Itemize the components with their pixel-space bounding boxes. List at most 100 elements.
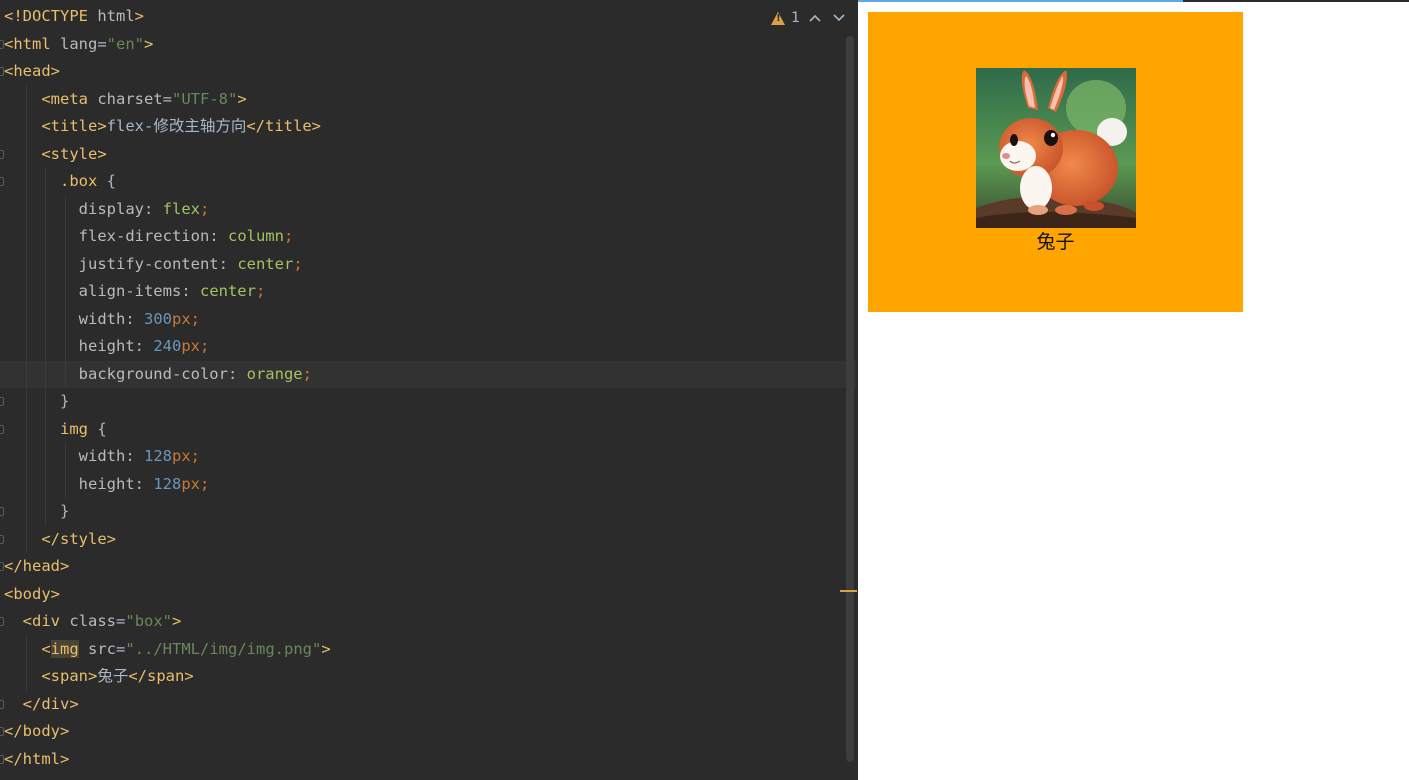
fold-marker-icon[interactable]: [0, 67, 4, 76]
code-token: display: [78, 199, 144, 218]
code-line[interactable]: justify-content: center;: [0, 250, 856, 278]
indent-guide: [25, 333, 27, 361]
preview-load-progress: [858, 0, 1183, 2]
fold-marker-icon[interactable]: [0, 699, 4, 709]
code-token: align-items: [78, 282, 182, 300]
vertical-scrollbar[interactable]: [846, 36, 854, 762]
code-token: </html>: [4, 749, 70, 768]
code-line[interactable]: </html>: [0, 746, 856, 774]
code-line[interactable]: width: 300px;: [0, 305, 856, 333]
code-line[interactable]: img {: [0, 415, 856, 443]
code-line[interactable]: <style>: [0, 140, 856, 168]
fold-marker-icon[interactable]: [0, 424, 4, 434]
orange-flex-box: 兔子: [868, 12, 1243, 312]
code-line[interactable]: }: [0, 388, 856, 416]
code-line[interactable]: </head>: [0, 553, 856, 581]
code-line[interactable]: }: [0, 498, 856, 526]
fold-marker-icon[interactable]: [0, 149, 4, 159]
fold-marker-icon[interactable]: [0, 397, 4, 406]
indent-guide: [65, 443, 67, 471]
code-line[interactable]: .box {: [0, 168, 856, 196]
code-token: flex: [162, 199, 200, 218]
code-token: :: [125, 309, 144, 328]
fold-marker-icon[interactable]: [0, 177, 4, 186]
scrollbar-caret-marker: [840, 590, 857, 592]
fold-marker-icon[interactable]: [0, 507, 4, 516]
code-lines[interactable]: <!DOCTYPE html> <html lang="en"> <head> <m…: [0, 3, 856, 773]
indent-guide: [25, 168, 27, 196]
indent-guide: [65, 278, 67, 306]
fold-marker-icon[interactable]: [0, 562, 4, 571]
code-line[interactable]: <!DOCTYPE html>: [0, 3, 856, 31]
code-token: flex-direction: [78, 227, 210, 245]
code-token: center: [199, 282, 256, 300]
code-token: ;: [199, 199, 210, 218]
code-token: px: [172, 309, 191, 328]
indent-guide: [45, 333, 47, 361]
code-token: 240: [153, 337, 182, 355]
indent-guide: [45, 388, 47, 416]
indent-guide: [25, 498, 27, 526]
code-token: :: [218, 254, 238, 273]
code-token: {: [106, 172, 117, 190]
code-token: 兔子: [97, 667, 129, 685]
code-token: }: [60, 392, 70, 410]
code-line[interactable]: <span>兔子</span>: [0, 663, 856, 691]
indent-guide: [25, 360, 27, 388]
fold-marker-icon[interactable]: [0, 754, 4, 764]
code-token: "../HTML/img/img.png": [125, 639, 322, 658]
code-editor[interactable]: 1 <!DOCTYPE html><html lang="en"><head> …: [0, 0, 858, 780]
code-token: 128: [144, 447, 172, 465]
code-line[interactable]: <div class="box">: [0, 608, 856, 636]
code-token: >: [321, 639, 331, 658]
code-line[interactable]: <title>flex-修改主轴方向</title>: [0, 113, 856, 141]
code-token: <style>: [41, 144, 107, 163]
code-line[interactable]: <meta charset="UTF-8">: [0, 85, 856, 113]
fold-marker-icon[interactable]: [0, 727, 4, 736]
code-token: center: [237, 254, 294, 273]
code-token: </style>: [41, 529, 116, 548]
code-line[interactable]: <img src="../HTML/img/img.png">: [0, 635, 856, 663]
fold-marker-icon[interactable]: [0, 534, 4, 544]
code-token: <title>: [41, 117, 107, 135]
code-token: src: [88, 639, 117, 658]
code-token: :: [125, 447, 144, 465]
code-line[interactable]: <head>: [0, 58, 856, 86]
code-token: </body>: [4, 722, 70, 740]
code-token: ;: [293, 254, 303, 273]
code-line[interactable]: display: flex;: [0, 195, 856, 223]
code-line[interactable]: height: 240px;: [0, 333, 856, 361]
indent-guide: [25, 305, 27, 333]
fold-marker-icon[interactable]: [0, 617, 4, 626]
code-line[interactable]: </div>: [0, 691, 856, 719]
code-line[interactable]: </style>: [0, 525, 856, 553]
code-line[interactable]: <html lang="en">: [0, 31, 856, 59]
indent-guide: [45, 223, 47, 251]
code-line[interactable]: width: 128px;: [0, 443, 856, 471]
code-line[interactable]: align-items: center;: [0, 278, 856, 306]
indent-guide: [25, 113, 27, 141]
code-token: ;: [200, 337, 210, 355]
indent-guide: [65, 195, 67, 223]
indent-guide: [25, 140, 27, 168]
code-line[interactable]: flex-direction: column;: [0, 223, 856, 251]
fold-marker-icon[interactable]: [0, 39, 4, 49]
code-line[interactable]: </body>: [0, 718, 856, 746]
code-token: >: [172, 612, 182, 630]
indent-guide: [45, 168, 47, 196]
code-token: flex-修改主轴方向: [106, 117, 247, 135]
code-token: =: [116, 639, 126, 658]
indent-guide: [45, 195, 47, 223]
code-line[interactable]: height: 128px;: [0, 470, 856, 498]
code-token: charset: [97, 89, 163, 108]
indent-guide: [25, 223, 27, 251]
code-line[interactable]: background-color: orange;: [0, 360, 856, 388]
code-token: :: [227, 364, 247, 383]
code-token: width: [78, 309, 126, 328]
code-token: background-color: [78, 364, 228, 383]
code-line[interactable]: <body>: [0, 581, 856, 609]
code-token: lang: [60, 34, 98, 53]
code-token: :: [209, 227, 228, 245]
indent-guide: [45, 250, 47, 278]
